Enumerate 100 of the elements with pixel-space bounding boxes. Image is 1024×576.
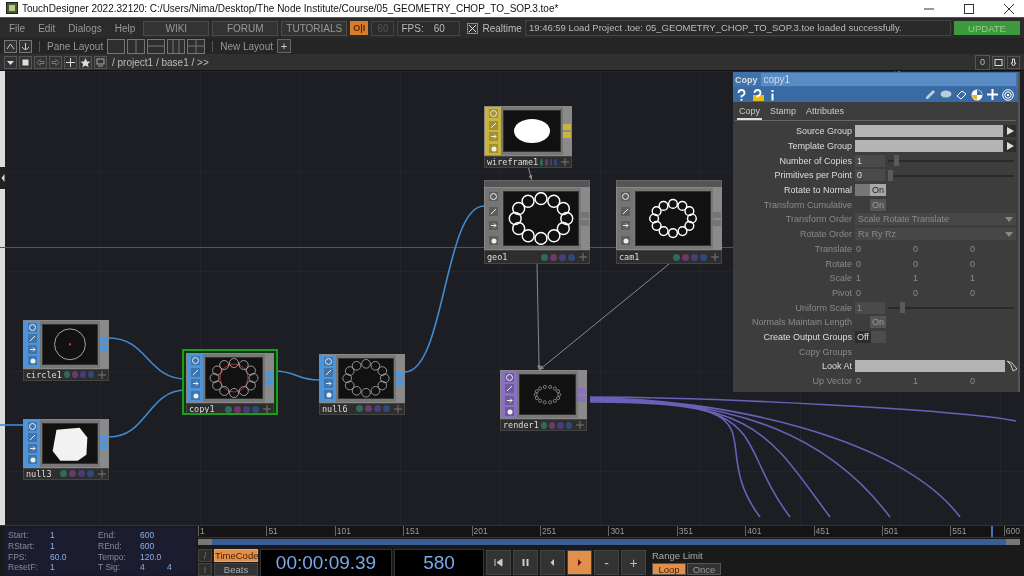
- node-flag-icon[interactable]: [190, 367, 200, 377]
- timeline-ruler[interactable]: 1 51 101 151 201 251 301 351 401 451 501 551 600: [198, 526, 1020, 538]
- node-flag-icon[interactable]: [323, 379, 333, 389]
- pane-layout-icon[interactable]: [107, 38, 126, 54]
- help-folder-icon[interactable]: [751, 88, 765, 101]
- stop-icon[interactable]: [19, 55, 32, 69]
- node-flag-icon[interactable]: [488, 206, 498, 216]
- perform-mode-button[interactable]: O|I: [350, 21, 369, 35]
- node-flag-icon[interactable]: [620, 221, 630, 231]
- playhead-marker[interactable]: [991, 526, 994, 537]
- menu-arrow-icon[interactable]: [1004, 125, 1016, 138]
- maximize-icon[interactable]: [964, 3, 974, 14]
- number-field[interactable]: 1: [855, 154, 885, 167]
- text-field[interactable]: [855, 360, 1005, 373]
- node-flag-icon[interactable]: [488, 236, 498, 246]
- parameter-tab[interactable]: Stamp: [768, 105, 799, 120]
- menu-item[interactable]: Edit: [33, 22, 61, 34]
- node-flag-icon[interactable]: [488, 221, 498, 231]
- node-flag-icon[interactable]: [504, 384, 514, 394]
- close-icon[interactable]: [1004, 3, 1014, 14]
- menu-item[interactable]: File: [4, 22, 31, 34]
- node-flag-icon[interactable]: [504, 373, 514, 383]
- range-mode-button[interactable]: Loop: [652, 563, 686, 575]
- menu-caret-icon[interactable]: [4, 55, 17, 69]
- toggle-switch[interactable]: On: [855, 184, 886, 197]
- pane-layout-icon[interactable]: [187, 38, 206, 54]
- pane-layout-icon[interactable]: [147, 38, 166, 54]
- node-flag-icon[interactable]: [488, 143, 498, 153]
- info-value[interactable]: 600: [140, 540, 165, 552]
- node-flag-icon[interactable]: [620, 206, 630, 216]
- slider-thumb[interactable]: [894, 155, 900, 167]
- menu-item[interactable]: Help: [109, 22, 141, 34]
- node-flag-icon[interactable]: [27, 334, 37, 344]
- skip-to-start-button[interactable]: [486, 550, 511, 575]
- text-field[interactable]: [855, 125, 1003, 138]
- node-flag-icon[interactable]: [190, 390, 200, 400]
- time-mode-button[interactable]: TimeCode: [214, 549, 258, 562]
- python-icon[interactable]: [971, 88, 983, 101]
- info-value[interactable]: 120.0: [140, 551, 165, 563]
- anchor-icon[interactable]: [19, 39, 32, 53]
- viewer-toggle-icon[interactable]: [992, 55, 1005, 69]
- node-flag-icon[interactable]: [190, 356, 200, 366]
- node-flag-icon[interactable]: [620, 236, 630, 246]
- frame-display[interactable]: 580: [394, 548, 484, 576]
- info-value[interactable]: 60.0: [50, 551, 75, 563]
- node-flag-icon[interactable]: [620, 191, 630, 201]
- parameter-tab[interactable]: Copy: [737, 105, 762, 120]
- network-canvas[interactable]: [0, 71, 1024, 525]
- play-button[interactable]: [567, 550, 592, 575]
- node-flag-icon[interactable]: [27, 356, 37, 366]
- step-button[interactable]: +: [621, 550, 646, 575]
- step-button[interactable]: -: [594, 550, 619, 575]
- node-flag-icon[interactable]: [190, 379, 200, 389]
- menu-item[interactable]: Dialogs: [63, 22, 107, 34]
- number-field[interactable]: 0: [855, 169, 885, 182]
- step-back-button[interactable]: [540, 550, 565, 575]
- info-value[interactable]: 1: [50, 562, 75, 573]
- range-handle[interactable]: [198, 539, 212, 545]
- window-icon[interactable]: [4, 39, 17, 53]
- node-flag-icon[interactable]: [488, 120, 498, 130]
- node-flag-icon[interactable]: [27, 345, 37, 355]
- star-icon[interactable]: [79, 55, 92, 69]
- info-value[interactable]: 4: [140, 562, 165, 573]
- node-flag-icon[interactable]: [27, 444, 37, 454]
- eraser-icon[interactable]: [956, 88, 967, 101]
- text-field[interactable]: [855, 140, 1003, 153]
- info-value[interactable]: 4: [167, 562, 192, 573]
- range-handle[interactable]: [1006, 539, 1020, 545]
- add-layout-button[interactable]: +: [277, 39, 291, 53]
- pane-layout-icon[interactable]: [127, 38, 146, 54]
- pencil-icon[interactable]: [925, 88, 936, 101]
- pause-button[interactable]: [513, 550, 538, 575]
- node-flag-icon[interactable]: [488, 132, 498, 142]
- info-value[interactable]: 1: [50, 540, 75, 552]
- node-flag-icon[interactable]: [323, 357, 333, 367]
- parameter-tab[interactable]: Attributes: [804, 105, 847, 120]
- node-flag-icon[interactable]: [488, 109, 498, 119]
- node-flag-icon[interactable]: [504, 395, 514, 405]
- web-button[interactable]: WIKI: [143, 20, 210, 36]
- download-arrow-icon[interactable]: [1007, 55, 1020, 69]
- realtime-checkbox[interactable]: [467, 22, 479, 34]
- time-mode-button[interactable]: Beats: [214, 563, 258, 576]
- node-flag-icon[interactable]: [27, 455, 37, 465]
- info-icon[interactable]: [770, 88, 775, 101]
- node-flag-icon[interactable]: [27, 323, 37, 333]
- info-value[interactable]: 600: [140, 530, 165, 541]
- timecode-display[interactable]: 00:00:09.39: [260, 548, 392, 576]
- web-button[interactable]: FORUM: [212, 20, 279, 36]
- menu-arrow-icon[interactable]: [1004, 140, 1016, 153]
- node-flag-icon[interactable]: [488, 191, 498, 201]
- help-icon[interactable]: [737, 88, 746, 101]
- node-flag-icon[interactable]: [27, 433, 37, 443]
- target-icon[interactable]: [1002, 88, 1014, 101]
- network-path[interactable]: / project1 / base1 / >>: [112, 56, 209, 68]
- node-flag-icon[interactable]: [323, 390, 333, 400]
- web-button[interactable]: TUTORIALS: [281, 20, 348, 36]
- plus-icon[interactable]: [64, 55, 77, 69]
- toggle-switch[interactable]: Off: [855, 330, 886, 343]
- node-flag-icon[interactable]: [323, 368, 333, 378]
- slider-thumb[interactable]: [888, 169, 893, 181]
